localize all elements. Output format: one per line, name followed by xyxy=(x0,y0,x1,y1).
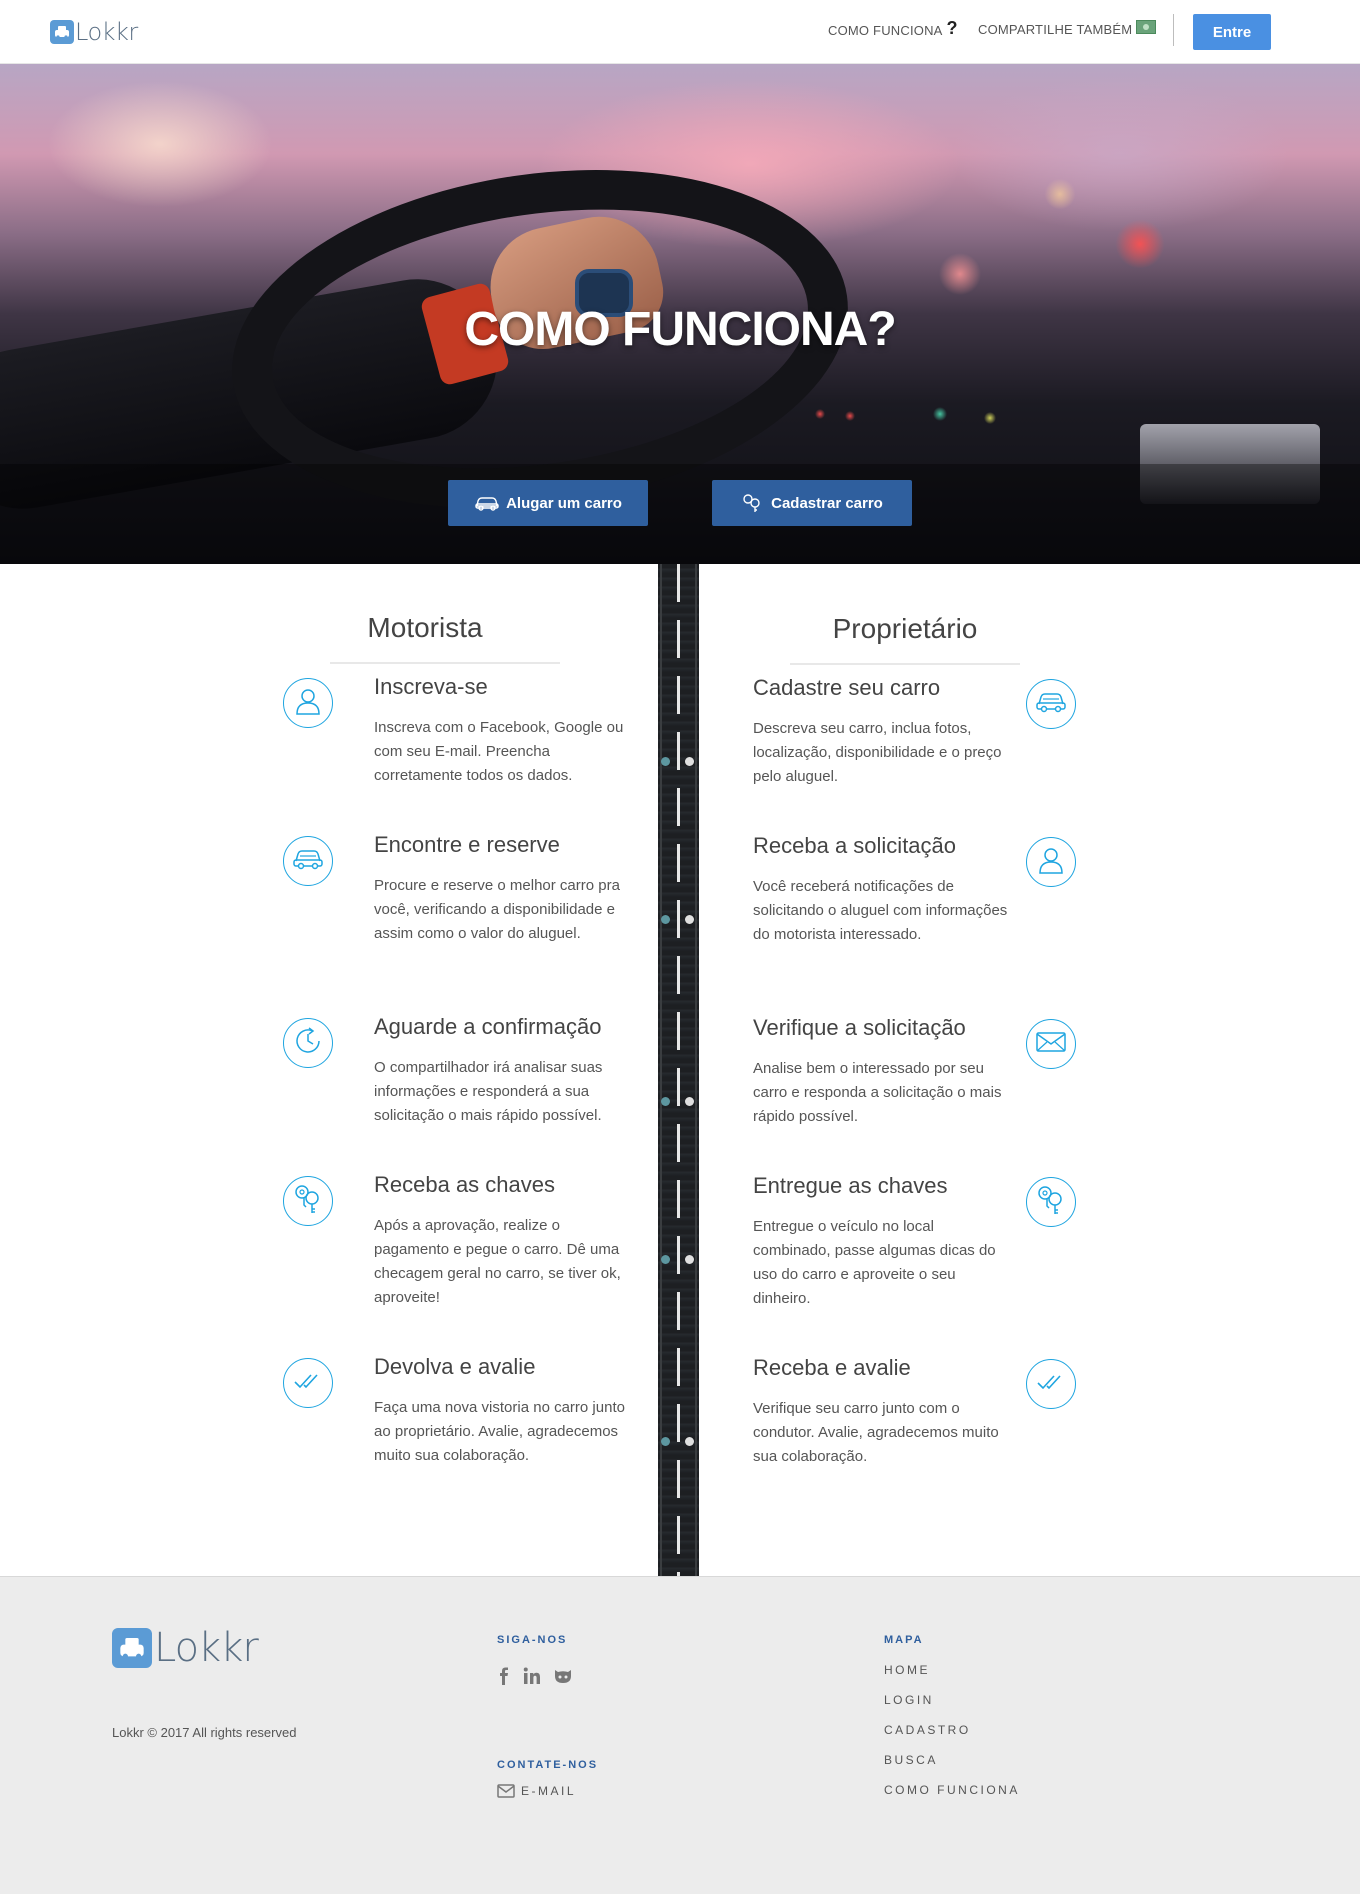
driver-title-underline xyxy=(330,662,560,664)
owner-step-title: Receba e avalie xyxy=(753,1355,911,1380)
register-car-label: Cadastrar carro xyxy=(771,494,883,512)
car-icon-circle xyxy=(1026,679,1076,729)
car-icon-circle xyxy=(283,836,333,886)
keys-icon xyxy=(743,494,760,512)
car-logo-icon xyxy=(50,20,74,44)
driver-step-title: Aguarde a confirmação xyxy=(374,1014,602,1039)
owner-step-text: Você receberá notificações de solicitand… xyxy=(753,878,1008,943)
road-marker-right xyxy=(685,1097,694,1106)
copyright-text: Lokkr © 2017 All rights reserved xyxy=(112,1725,297,1740)
road-marker-left xyxy=(661,1437,670,1446)
nav-share-too-label: COMPARTILHE TAMBÉM xyxy=(978,22,1133,37)
hero-dark-band xyxy=(0,464,1360,564)
owner-title-underline xyxy=(790,663,1020,665)
email-link[interactable]: E-MAIL xyxy=(497,1784,576,1798)
linkedin-icon[interactable] xyxy=(523,1667,541,1685)
sitemap-link-login[interactable]: LOGIN xyxy=(884,1693,934,1707)
owner-step-text: Verifique seu carro junto com o condutor… xyxy=(753,1400,999,1465)
envelope-icon-circle xyxy=(1026,1019,1076,1069)
double-check-icon xyxy=(291,1370,325,1397)
sitemap-link-home[interactable]: HOME xyxy=(884,1663,930,1677)
keys-icon xyxy=(1036,1184,1066,1221)
contact-us-title: CONTATE-NOS xyxy=(497,1759,599,1771)
rent-car-label: Alugar um carro xyxy=(506,494,622,512)
road-center-line xyxy=(677,564,680,1576)
hero-banner: COMO FUNCIONA? Alugar um carro Cadastrar… xyxy=(0,64,1360,564)
car-icon xyxy=(291,848,325,875)
driver-step-text: O compartilhador irá analisar suas infor… xyxy=(374,1059,603,1124)
envelope-icon xyxy=(1035,1030,1067,1059)
hero-title: COMO FUNCIONA? xyxy=(464,303,896,356)
sitemap-link-how-it-works[interactable]: COMO FUNCIONA xyxy=(884,1783,1020,1797)
driver-step-text: Após a aprovação, realize o pagamento e … xyxy=(374,1217,621,1306)
clock-icon-circle xyxy=(283,1018,333,1068)
keys-icon-circle xyxy=(283,1176,333,1226)
money-icon xyxy=(1136,19,1157,34)
nav-divider xyxy=(1173,14,1174,46)
driver-column-title: Motorista xyxy=(367,612,483,643)
double-check-icon-circle xyxy=(1026,1359,1076,1409)
driver-step-text: Inscreva com o Facebook, Google ou com s… xyxy=(374,719,624,784)
github-icon[interactable] xyxy=(553,1667,573,1685)
owner-column-title: Proprietário xyxy=(832,613,978,644)
car-icon xyxy=(1034,691,1068,718)
keys-icon-circle xyxy=(1026,1177,1076,1227)
owner-step-text: Entregue o veículo no local combinado, p… xyxy=(753,1218,996,1307)
user-icon-circle xyxy=(283,678,333,728)
road-marker-right xyxy=(685,757,694,766)
footer-brand-logo[interactable]: Lokkr xyxy=(112,1625,259,1671)
envelope-icon xyxy=(497,1784,515,1798)
road-divider xyxy=(658,564,699,1576)
double-check-icon-circle xyxy=(283,1358,333,1408)
register-car-button[interactable]: Cadastrar carro xyxy=(712,480,912,526)
nav-how-it-works[interactable]: COMO FUNCIONA ? xyxy=(828,18,958,39)
owner-step-title: Verifique a solicitação xyxy=(753,1015,966,1040)
double-check-icon xyxy=(1034,1371,1068,1398)
road-marker-right xyxy=(685,1437,694,1446)
owner-step-text: Descreva seu carro, inclua fotos, locali… xyxy=(753,720,1002,785)
sitemap-link-search[interactable]: BUSCA xyxy=(884,1753,938,1767)
login-button[interactable]: Entre xyxy=(1193,14,1271,50)
nav-share-too[interactable]: COMPARTILHE TAMBÉM xyxy=(978,19,1157,37)
car-logo-icon xyxy=(112,1628,152,1668)
car-icon xyxy=(475,497,499,511)
footer-brand-name: Lokkr xyxy=(154,1625,259,1671)
sitemap-title: MAPA xyxy=(884,1634,924,1646)
facebook-icon[interactable] xyxy=(497,1667,511,1685)
owner-step-title: Entregue as chaves xyxy=(753,1173,948,1198)
driver-step-title: Inscreva-se xyxy=(374,674,488,699)
user-icon xyxy=(1036,845,1066,880)
top-navbar: Lokkr COMO FUNCIONA ? COMPARTILHE TAMBÉM… xyxy=(0,0,1360,64)
user-icon-circle xyxy=(1026,837,1076,887)
road-marker-left xyxy=(661,1097,670,1106)
brand-logo[interactable]: Lokkr xyxy=(50,18,138,46)
road-marker-left xyxy=(661,915,670,924)
brand-name: Lokkr xyxy=(75,18,138,46)
rent-car-button[interactable]: Alugar um carro xyxy=(448,480,648,526)
social-links xyxy=(497,1667,573,1685)
road-marker-right xyxy=(685,915,694,924)
clock-icon xyxy=(292,1025,324,1062)
follow-us-title: SIGA-NOS xyxy=(497,1634,568,1646)
footer: Lokkr Lokkr © 2017 All rights reserved S… xyxy=(0,1576,1360,1894)
nav-how-it-works-label: COMO FUNCIONA xyxy=(828,23,943,38)
owner-step-title: Cadastre seu carro xyxy=(753,675,941,700)
owner-step-title: Receba a solicitação xyxy=(753,833,957,858)
hero-photo-dash-lights xyxy=(790,394,1030,434)
user-icon xyxy=(293,686,323,721)
keys-icon xyxy=(293,1183,323,1220)
driver-step-title: Encontre e reserve xyxy=(374,832,560,857)
driver-step-title: Receba as chaves xyxy=(374,1172,555,1197)
road-marker-left xyxy=(661,1255,670,1264)
email-label: E-MAIL xyxy=(521,1784,577,1798)
owner-step-text: Analise bem o interessado por seu carro … xyxy=(753,1060,1002,1125)
road-marker-right xyxy=(685,1255,694,1264)
sitemap-link-register[interactable]: CADASTRO xyxy=(884,1723,971,1737)
driver-step-title: Devolva e avalie xyxy=(374,1354,536,1379)
question-icon: ? xyxy=(946,18,958,38)
how-it-works-section: Motorista Proprietário Inscreva-se Inscre… xyxy=(0,564,1360,1576)
road-marker-left xyxy=(661,757,670,766)
driver-step-text: Faça uma nova vistoria no carro junto ao… xyxy=(374,1399,625,1464)
driver-step-text: Procure e reserve o melhor carro pra voc… xyxy=(374,877,620,942)
